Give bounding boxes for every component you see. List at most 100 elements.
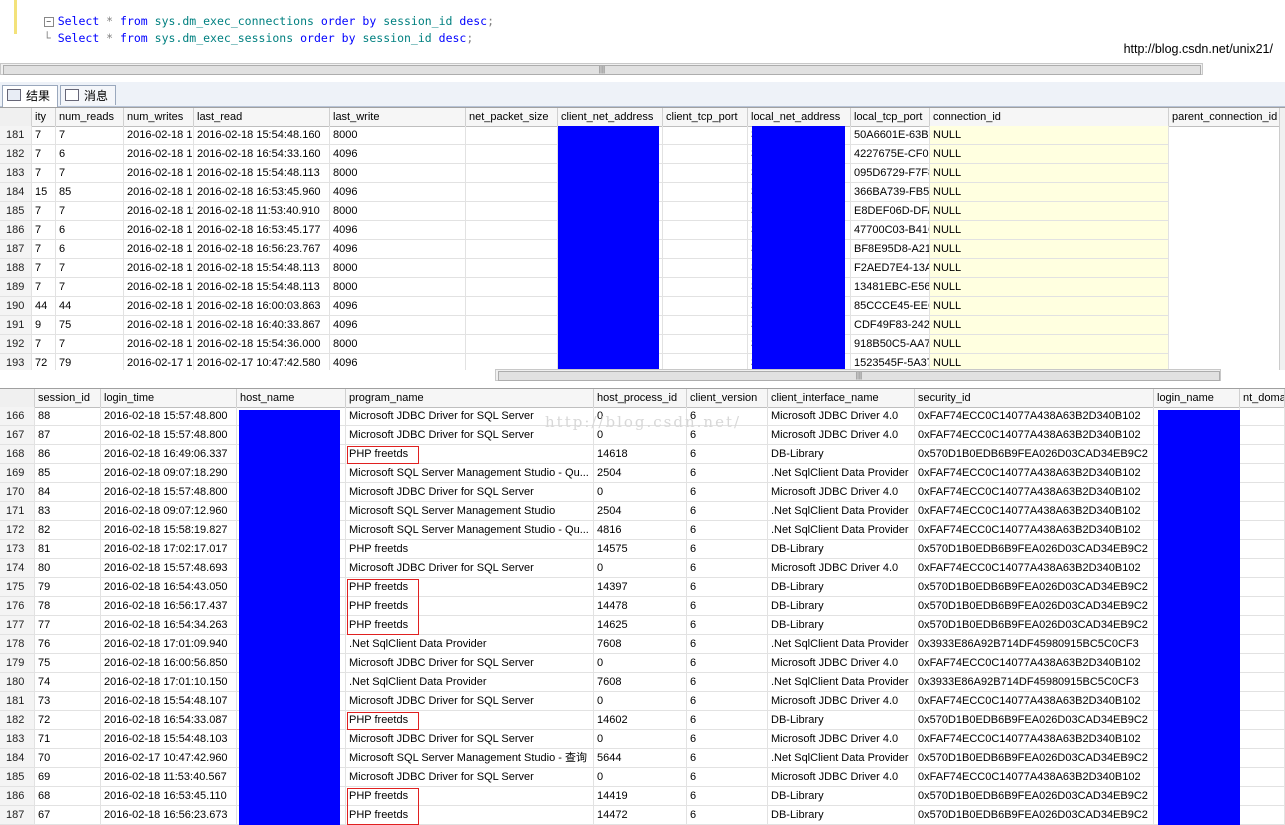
table-cell[interactable]: 0x570D1B0EDB6B9FEA026D03CAD34EB9C2 xyxy=(915,597,1154,616)
table-cell[interactable]: 7 xyxy=(56,278,124,297)
table-row[interactable]: 187 67 2016-02-18 16:56:23.673 PHP freetds 1… xyxy=(0,806,1285,825)
table-cell[interactable]: 2016-02-18 16:40:31.790 xyxy=(124,316,194,335)
table-cell[interactable]: 6 xyxy=(687,483,768,502)
table-cell[interactable] xyxy=(1240,521,1285,540)
table-cell[interactable]: 7 xyxy=(32,164,56,183)
table-cell[interactable] xyxy=(663,278,748,297)
grid1-horizontal-scrollbar[interactable]: ||| xyxy=(495,369,1221,381)
table-cell[interactable] xyxy=(1240,673,1285,692)
table-cell[interactable]: Microsoft JDBC Driver for SQL Server xyxy=(346,692,594,711)
table-cell[interactable]: 0xFAF74ECC0C14077A438A63B2D340B102 xyxy=(915,483,1154,502)
column-header[interactable]: program_name xyxy=(346,389,594,407)
table-cell[interactable] xyxy=(1240,502,1285,521)
table-cell[interactable]: 918B50C5-AA73-4869-A2B9-D7A2C5E16EC xyxy=(851,335,930,354)
table-cell[interactable]: 7 xyxy=(32,145,56,164)
table-cell[interactable]: 0x570D1B0EDB6B9FEA026D03CAD34EB9C2 xyxy=(915,711,1154,730)
table-cell[interactable]: 2016-02-18 15:54:36.000 xyxy=(124,335,194,354)
table-cell[interactable]: 72 xyxy=(35,711,101,730)
table-cell[interactable]: 2016-02-18 16:53:45.960 xyxy=(194,183,330,202)
table-cell[interactable]: 78 xyxy=(35,597,101,616)
table-cell[interactable]: 2016-02-18 16:40:33.867 xyxy=(194,316,330,335)
table-cell[interactable]: 2016-02-17 10:47:42.960 xyxy=(101,749,237,768)
table-cell[interactable]: 6 xyxy=(687,502,768,521)
table-cell[interactable]: NULL xyxy=(930,126,1169,145)
table-cell[interactable]: PHP freetds xyxy=(346,540,594,559)
table-cell[interactable]: 0 xyxy=(594,559,687,578)
table-cell[interactable]: 2016-02-18 16:54:43.050 xyxy=(101,578,237,597)
table-cell[interactable]: 6 xyxy=(687,768,768,787)
table-cell[interactable]: 0xFAF74ECC0C14077A438A63B2D340B102 xyxy=(915,464,1154,483)
table-cell[interactable] xyxy=(466,145,558,164)
table-cell[interactable]: 2016-02-18 16:00:56.850 xyxy=(101,654,237,673)
table-cell[interactable]: 2016-02-18 16:00:03.863 xyxy=(194,297,330,316)
table-cell[interactable] xyxy=(1240,464,1285,483)
table-cell[interactable]: 15 xyxy=(32,183,56,202)
connections-result-grid[interactable]: ity num_reads num_writes last_read last_writ… xyxy=(0,107,1285,370)
tab-messages[interactable]: 消息 xyxy=(60,85,116,105)
table-cell[interactable]: Microsoft JDBC Driver 4.0 xyxy=(768,426,915,445)
editor-horizontal-scrollbar[interactable]: ||| xyxy=(0,63,1203,75)
table-row[interactable]: 182 72 2016-02-18 16:54:33.087 PHP freetds 1… xyxy=(0,711,1285,730)
column-header[interactable]: login_name xyxy=(1154,389,1240,407)
table-cell[interactable]: 47700C03-B41C-4209-A15A-20B2EBBBA922 xyxy=(851,221,930,240)
table-cell[interactable]: 2504 xyxy=(594,464,687,483)
column-header[interactable]: client_interface_name xyxy=(768,389,915,407)
table-cell[interactable]: 44 xyxy=(56,297,124,316)
table-cell[interactable]: Microsoft JDBC Driver for SQL Server xyxy=(346,730,594,749)
table-cell[interactable] xyxy=(466,335,558,354)
table-cell[interactable]: DB-Library xyxy=(768,597,915,616)
table-cell[interactable] xyxy=(1240,749,1285,768)
table-cell[interactable]: 0 xyxy=(594,730,687,749)
table-row[interactable]: 179 75 2016-02-18 16:00:56.850 Microsoft JD… xyxy=(0,654,1285,673)
table-cell[interactable]: 73 xyxy=(35,692,101,711)
table-cell[interactable]: 7 xyxy=(32,126,56,145)
table-cell[interactable] xyxy=(663,259,748,278)
table-cell[interactable]: 75 xyxy=(56,316,124,335)
table-cell[interactable]: 6 xyxy=(687,730,768,749)
table-cell[interactable]: 67 xyxy=(35,806,101,825)
table-cell[interactable] xyxy=(1240,654,1285,673)
table-row[interactable]: 168 86 2016-02-18 16:49:06.337 PHP freetds 1… xyxy=(0,445,1285,464)
grid1-vertical-scrollbar[interactable] xyxy=(1279,108,1285,370)
table-cell[interactable]: 6 xyxy=(687,692,768,711)
table-cell[interactable]: 2016-02-18 16:53:45.180 xyxy=(124,221,194,240)
table-cell[interactable]: 0xFAF74ECC0C14077A438A63B2D340B102 xyxy=(915,407,1154,426)
table-cell[interactable]: 7 xyxy=(56,126,124,145)
table-cell[interactable]: 2016-02-18 15:54:48.113 xyxy=(194,164,330,183)
table-cell[interactable] xyxy=(1240,730,1285,749)
table-cell[interactable]: 82 xyxy=(35,521,101,540)
sessions-result-grid[interactable]: session_id login_time host_name program_nam… xyxy=(0,388,1285,825)
column-header[interactable]: login_time xyxy=(101,389,237,407)
table-cell[interactable]: 6 xyxy=(687,654,768,673)
table-cell[interactable]: .Net SqlClient Data Provider xyxy=(768,502,915,521)
table-cell[interactable]: 2016-02-18 17:01:10.150 xyxy=(101,673,237,692)
table-cell[interactable] xyxy=(663,297,748,316)
table-cell[interactable]: 13481EBC-E56C-4276-BF4D-B8A48298A6B4 xyxy=(851,278,930,297)
column-header[interactable]: security_id xyxy=(915,389,1154,407)
table-cell[interactable] xyxy=(466,316,558,335)
column-header[interactable]: local_tcp_port xyxy=(851,108,930,126)
column-header[interactable]: session_id xyxy=(35,389,101,407)
table-cell[interactable]: 0x3933E86A92B714DF45980915BC5C0CF3 xyxy=(915,635,1154,654)
table-cell[interactable]: 81 xyxy=(35,540,101,559)
table-cell[interactable]: 85 xyxy=(56,183,124,202)
table-cell[interactable]: 75 xyxy=(35,654,101,673)
column-header[interactable]: num_reads xyxy=(56,108,124,126)
table-cell[interactable]: 71 xyxy=(35,730,101,749)
table-cell[interactable]: .Net SqlClient Data Provider xyxy=(768,749,915,768)
table-cell[interactable]: 4096 xyxy=(330,316,466,335)
table-cell[interactable]: NULL xyxy=(930,164,1169,183)
table-cell[interactable]: 0x3933E86A92B714DF45980915BC5C0CF3 xyxy=(915,673,1154,692)
table-cell[interactable] xyxy=(1240,426,1285,445)
table-cell[interactable]: 2016-02-18 11:53:40.567 xyxy=(101,768,237,787)
tab-results[interactable]: 结果 xyxy=(2,85,58,107)
table-cell[interactable]: 86 xyxy=(35,445,101,464)
table-cell[interactable]: 2016-02-18 16:00:00.550 xyxy=(124,297,194,316)
table-cell[interactable]: 2504 xyxy=(594,502,687,521)
table-cell[interactable]: 0x570D1B0EDB6B9FEA026D03CAD34EB9C2 xyxy=(915,445,1154,464)
table-cell[interactable] xyxy=(1240,597,1285,616)
table-cell[interactable]: 8000 xyxy=(330,259,466,278)
table-cell[interactable]: 6 xyxy=(687,559,768,578)
table-row[interactable]: 173 81 2016-02-18 17:02:17.017 PHP freetds 1… xyxy=(0,540,1285,559)
table-cell[interactable]: 0x570D1B0EDB6B9FEA026D03CAD34EB9C2 xyxy=(915,749,1154,768)
